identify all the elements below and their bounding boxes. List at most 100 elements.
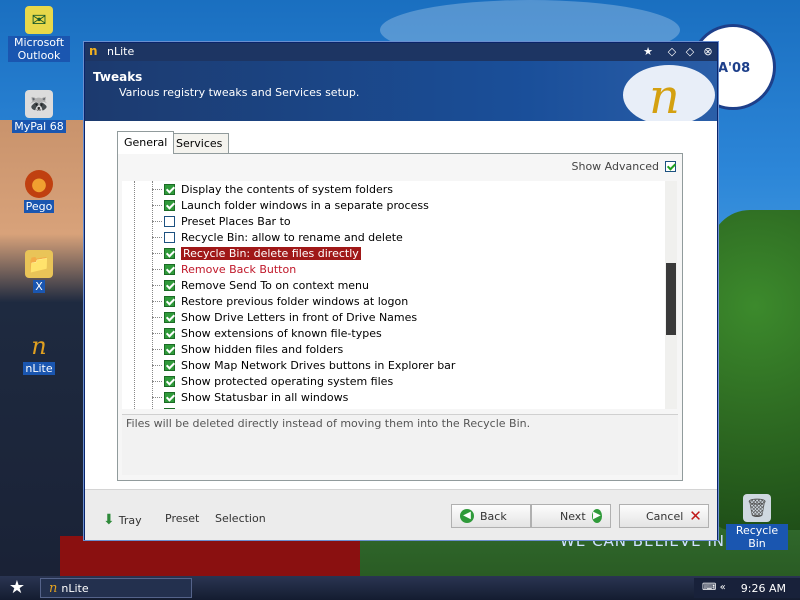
tree-item-label: Show the full path in the Address Bar — [181, 407, 386, 410]
window-title: nLite — [107, 45, 135, 58]
tab-general[interactable]: General — [117, 131, 175, 154]
nlite-logo-glyph: n — [649, 69, 680, 125]
tree-item[interactable]: Remove Back Button — [152, 261, 296, 277]
maximize-button[interactable]: ◇ — [683, 45, 697, 59]
tree-item[interactable]: Show hidden files and folders — [152, 341, 343, 357]
close-icon: ✕ — [689, 507, 702, 525]
arrow-right-icon: ▶ — [591, 509, 602, 523]
description-box: Files will be deleted directly instead o… — [122, 414, 678, 475]
taskbar-item-nlite[interactable]: n nLite — [40, 578, 192, 598]
tree-item[interactable]: Restore previous folder windows at logon — [152, 293, 409, 309]
nlite-window: n nLite ★ ◇ ◇ ⊗ Tweaks Various registry … — [84, 42, 718, 540]
selection-label: Selection — [215, 512, 266, 525]
tree-item-checkbox[interactable] — [164, 343, 175, 355]
tree-item[interactable]: Show Drive Letters in front of Drive Nam… — [152, 309, 417, 325]
tree-item-checkbox[interactable] — [164, 327, 175, 339]
tree-connector — [152, 317, 162, 318]
arrow-left-icon: ◀ — [460, 509, 474, 523]
tree-item[interactable]: Launch folder windows in a separate proc… — [152, 197, 429, 213]
desktop-icon-label: Pego — [23, 200, 55, 213]
tree-item[interactable]: Show the full path in the Address Bar — [164, 405, 386, 409]
tweaks-panel: Show Advanced Display the contents of sy… — [117, 153, 683, 481]
tab-services[interactable]: Services — [169, 133, 230, 154]
tree-item-label: Show Map Network Drives buttons in Explo… — [181, 358, 456, 372]
tree-item-checkbox[interactable] — [164, 183, 175, 195]
show-advanced[interactable]: Show Advanced — [571, 160, 676, 173]
tree-item[interactable]: Show extensions of known file-types — [152, 325, 382, 341]
nlite-icon: n — [49, 580, 58, 596]
recycle-bin-icon: 🗑 — [743, 494, 771, 522]
show-advanced-label: Show Advanced — [571, 160, 659, 173]
tree-connector — [152, 349, 162, 350]
preset-button[interactable]: Preset — [165, 512, 199, 525]
tree-item-checkbox[interactable] — [164, 295, 175, 307]
back-label: Back — [480, 509, 507, 523]
desktop-icon-nlite[interactable]: n nLite — [8, 332, 70, 375]
description-text: Files will be deleted directly instead o… — [126, 417, 531, 430]
selection-button[interactable]: Selection — [215, 512, 266, 525]
tray-button[interactable]: ⬇ Tray — [103, 512, 142, 528]
preset-label: Preset — [165, 512, 200, 525]
tree-connector — [152, 397, 162, 398]
tree-item-checkbox[interactable] — [164, 199, 175, 211]
wizard-footer: ⬇ Tray Preset Selection ◀ Back Next ▶ Ca… — [85, 489, 717, 540]
tree-item-checkbox[interactable] — [164, 311, 175, 323]
desktop-icon-recycle-bin[interactable]: 🗑 Recycle Bin — [726, 494, 788, 550]
scrollbar-thumb[interactable] — [666, 263, 676, 335]
desktop-icon-pego[interactable]: ● Pego — [8, 170, 70, 213]
keyboard-icon[interactable]: ⌨ « — [702, 582, 726, 593]
minimize-button[interactable]: ◇ — [665, 45, 679, 59]
tree-item[interactable]: Display the contents of system folders — [152, 181, 393, 197]
tree-scrollbar[interactable] — [665, 181, 677, 409]
tree-item-checkbox[interactable] — [164, 359, 175, 371]
tree-item[interactable]: Remove Send To on context menu — [152, 277, 369, 293]
tree-connector — [152, 253, 162, 254]
pego-icon: ● — [25, 170, 53, 198]
tweaks-tree: Display the contents of system folders La… — [122, 181, 665, 409]
tree-item[interactable]: Show protected operating system files — [152, 373, 394, 389]
clock[interactable]: 9:26 AM — [741, 582, 786, 595]
tree-item-checkbox[interactable] — [164, 263, 175, 275]
page-title: Tweaks — [93, 70, 143, 84]
desktop-icon-mypal[interactable]: 🦝 MyPal 68 — [8, 90, 70, 133]
tree-item-label: Show protected operating system files — [181, 374, 394, 388]
tree-item-checkbox[interactable] — [164, 231, 175, 243]
tree-item-label: Restore previous folder windows at logon — [181, 294, 409, 308]
tree-item[interactable]: Show Map Network Drives buttons in Explo… — [152, 357, 456, 373]
show-advanced-checkbox[interactable] — [665, 161, 676, 172]
tree-connector — [152, 333, 162, 334]
title-bar[interactable]: n nLite ★ ◇ ◇ ⊗ — [85, 43, 717, 61]
desktop-icon-x[interactable]: 📁 X — [8, 250, 70, 293]
star-icon[interactable]: ★ — [641, 45, 655, 59]
tree-item-label: Remove Send To on context menu — [181, 278, 369, 292]
tree-connector — [152, 269, 162, 270]
tree-item-checkbox[interactable] — [164, 215, 175, 227]
tree-connector — [152, 189, 162, 190]
close-button[interactable]: ⊗ — [701, 45, 715, 59]
tree-item-checkbox[interactable] — [164, 247, 175, 259]
outlook-icon: ✉ — [25, 6, 53, 34]
desktop-icon-label: MyPal 68 — [12, 120, 66, 133]
tree-item[interactable]: Show Statusbar in all windows — [152, 389, 348, 405]
cancel-label: Cancel — [646, 509, 684, 523]
tree-item[interactable]: Recycle Bin: delete files directly — [152, 245, 362, 261]
desktop-icon-outlook[interactable]: ✉ Microsoft Outlook — [8, 6, 70, 62]
start-button[interactable]: ★ — [6, 578, 28, 598]
tree-connector — [152, 237, 162, 238]
nlite-icon: n — [89, 44, 98, 58]
tree-item[interactable]: Preset Places Bar to — [152, 213, 291, 229]
tree-item-checkbox[interactable] — [164, 279, 175, 291]
next-button[interactable]: Next ▶ — [531, 504, 611, 528]
tree-item-checkbox[interactable] — [164, 407, 175, 409]
back-button[interactable]: ◀ Back — [451, 504, 531, 528]
desktop-icon-label: Recycle Bin — [726, 524, 788, 550]
tree-item-checkbox[interactable] — [164, 375, 175, 387]
tray-icon: ⬇ — [103, 512, 115, 528]
tree-item[interactable]: Recycle Bin: allow to rename and delete — [152, 229, 403, 245]
desktop-icon-label: nLite — [23, 362, 55, 375]
tree-item-checkbox[interactable] — [164, 391, 175, 403]
next-label: Next — [560, 509, 586, 523]
cancel-button[interactable]: Cancel ✕ — [619, 504, 709, 528]
page-subtitle: Various registry tweaks and Services set… — [119, 86, 360, 99]
tree-item-label: Launch folder windows in a separate proc… — [181, 198, 429, 212]
